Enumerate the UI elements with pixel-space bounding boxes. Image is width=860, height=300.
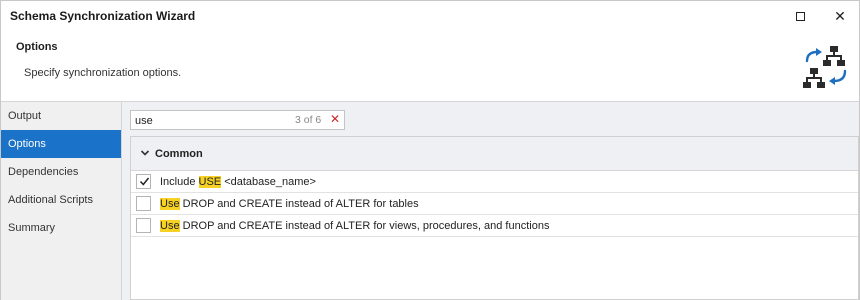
options-grid: Common Include USE <database_name> Use D…	[130, 136, 859, 300]
chevron-down-icon[interactable]	[140, 148, 150, 158]
option-checkbox-drop-create-views[interactable]	[136, 218, 151, 233]
sidebar-item-options[interactable]: Options	[1, 130, 121, 158]
group-header-common[interactable]: Common	[131, 137, 858, 171]
option-row-include-use: Include USE <database_name>	[131, 171, 858, 193]
clear-search-icon[interactable]: ✕	[330, 112, 340, 126]
option-row-drop-create-tables: Use DROP and CREATE instead of ALTER for…	[131, 193, 858, 215]
schema-sync-icon	[803, 46, 847, 88]
search-input[interactable]	[135, 113, 285, 128]
sidebar-item-output[interactable]: Output	[1, 102, 121, 130]
option-label: Use DROP and CREATE instead of ALTER for…	[160, 220, 549, 232]
option-label: Include USE <database_name>	[160, 176, 316, 188]
sidebar-item-additional-scripts[interactable]: Additional Scripts	[1, 186, 121, 214]
window-title: Schema Synchronization Wizard	[10, 9, 196, 23]
close-button[interactable]: ✕	[827, 5, 853, 27]
search-highlight: Use	[160, 220, 180, 232]
search-match-count: 3 of 6	[295, 114, 322, 126]
search-highlight: Use	[160, 198, 180, 210]
search-highlight: USE	[198, 176, 222, 188]
option-row-drop-create-views: Use DROP and CREATE instead of ALTER for…	[131, 215, 858, 237]
option-checkbox-drop-create-tables[interactable]	[136, 196, 151, 211]
wizard-window: Schema Synchronization Wizard ✕ Options …	[0, 0, 860, 300]
option-label-text: DROP and CREATE instead of ALTER for tab…	[179, 198, 419, 210]
options-content: 3 of 6 ✕ Common Include USE <database_na…	[122, 102, 859, 300]
page-header: Options Specify synchronization options.	[1, 32, 859, 102]
title-bar: Schema Synchronization Wizard ✕	[1, 1, 859, 32]
maximize-button[interactable]	[787, 5, 813, 27]
maximize-icon	[795, 11, 805, 21]
wizard-sidebar: Output Options Dependencies Additional S…	[1, 102, 122, 300]
sidebar-item-dependencies[interactable]: Dependencies	[1, 158, 121, 186]
option-label-text: <database_name>	[221, 176, 316, 188]
option-checkbox-include-use[interactable]	[136, 174, 151, 189]
option-label-text: Include	[160, 176, 199, 188]
group-title: Common	[155, 148, 203, 160]
page-description: Specify synchronization options.	[24, 67, 182, 79]
page-title: Options	[16, 41, 58, 53]
option-label: Use DROP and CREATE instead of ALTER for…	[160, 198, 419, 210]
close-icon: ✕	[834, 7, 846, 24]
option-label-text: DROP and CREATE instead of ALTER for vie…	[179, 220, 550, 232]
checkmark-icon	[139, 177, 150, 186]
search-box: 3 of 6 ✕	[130, 110, 345, 130]
sidebar-item-summary[interactable]: Summary	[1, 214, 121, 242]
